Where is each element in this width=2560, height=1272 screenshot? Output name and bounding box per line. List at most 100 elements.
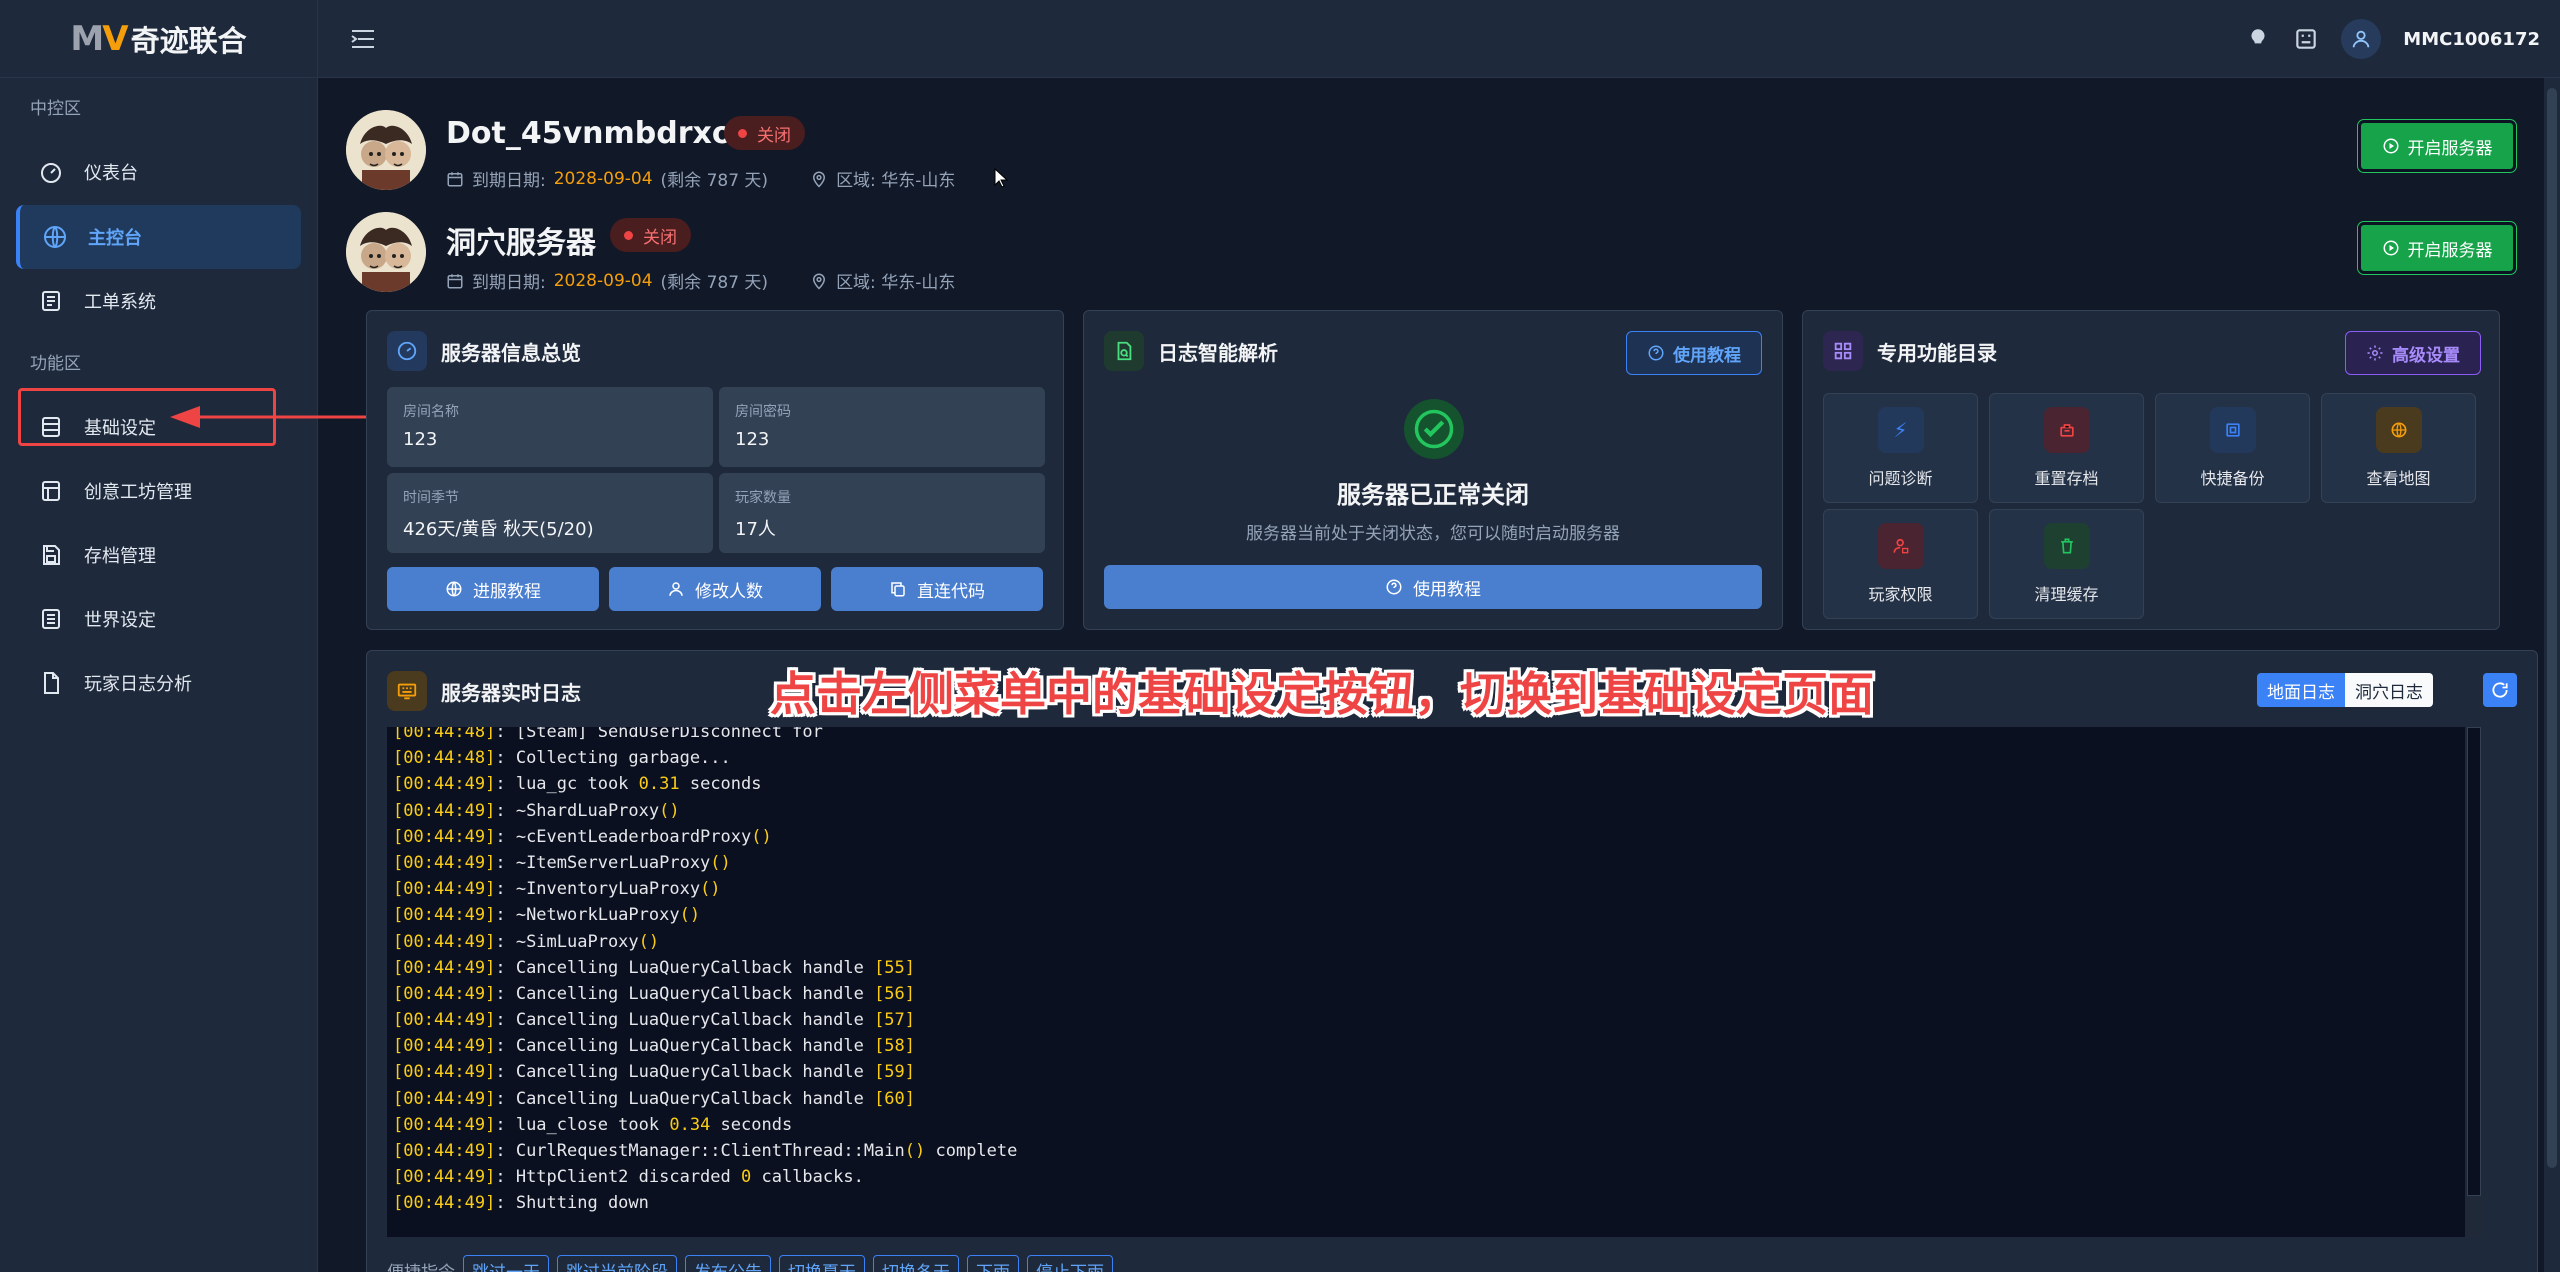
start-server-button[interactable]: 开启服务器: [2358, 222, 2516, 274]
status-badge: 关闭: [724, 116, 805, 150]
log-timestamp: [00:44:48]: [393, 748, 496, 769]
expire-label: 到期日期:: [472, 273, 546, 293]
user-name[interactable]: MMC1006172: [2403, 29, 2540, 50]
dashboard-icon: [38, 159, 64, 185]
card-title: 专用功能目录: [1823, 331, 1997, 371]
quick-command-button[interactable]: 切换冬天: [873, 1255, 959, 1272]
sidebar-item-label: 世界设定: [84, 610, 156, 631]
log-timestamp: [00:44:49]: [393, 957, 496, 978]
quick-command-button[interactable]: 停止下雨: [1027, 1255, 1113, 1272]
sidebar-item-console[interactable]: 主控台: [16, 205, 301, 269]
reset-save-tile[interactable]: 重置存档: [1989, 393, 2144, 503]
sidebar-item-saves[interactable]: 存档管理: [16, 523, 301, 587]
diagnose-tile[interactable]: ⚡ 问题诊断: [1823, 393, 1978, 503]
log-tabs: 地面日志 洞穴日志: [2257, 673, 2433, 707]
advanced-settings-button[interactable]: 高级设置: [2345, 331, 2481, 375]
user-icon: [2353, 30, 2370, 48]
info-label: 玩家数量: [735, 490, 791, 506]
save-icon: [38, 542, 64, 568]
topbar: MMC1006172: [318, 0, 2560, 78]
direct-connect-button[interactable]: 直连代码: [831, 567, 1043, 611]
info-value: 17人: [735, 519, 776, 540]
view-map-tile[interactable]: 查看地图: [2321, 393, 2476, 503]
status-dot-icon: [738, 128, 747, 138]
server-header: Dot_45vnmbdrxou 关闭 到期日期: 2028-09-04 (剩余 …: [346, 110, 2516, 192]
page-scrollbar[interactable]: [2544, 78, 2560, 1272]
menu-collapse-icon[interactable]: [348, 24, 378, 54]
status-description: 服务器当前处于关闭状态，您可以随时启动服务器: [1246, 524, 1620, 544]
tab-cave-log[interactable]: 洞穴日志: [2345, 673, 2433, 707]
functions-card: 专用功能目录 高级设置 ⚡ 问题诊断 重置存档 快捷备份 查看地图 玩家权限 清…: [1802, 310, 2500, 630]
join-tutorial-button[interactable]: 进服教程: [387, 567, 599, 611]
log-line: [00:44:48]: Collecting garbage...: [393, 748, 731, 769]
map-icon: [2375, 407, 2422, 453]
brand-logo[interactable]: MV 奇迹联合: [0, 0, 317, 78]
sidebar-item-workshop[interactable]: 创意工坊管理: [16, 459, 301, 523]
gauge-icon: [387, 331, 427, 371]
server-avatar: [346, 110, 426, 190]
log-line: [00:44:49]: Cancelling LuaQueryCallback …: [393, 1062, 916, 1083]
play-circle-icon: [2383, 138, 2398, 154]
server-name: Dot_45vnmbdrxou: [446, 116, 754, 151]
card-title: 服务器信息总览: [387, 331, 581, 371]
quick-backup-tile[interactable]: 快捷备份: [2155, 393, 2310, 503]
quick-command-button[interactable]: 跳过一天: [463, 1255, 549, 1272]
log-output[interactable]: [00:44:48]: [Steam] SendUserDisconnect f…: [387, 727, 2483, 1237]
sidebar-section-control: 中控区: [30, 99, 81, 119]
quick-command-button[interactable]: 切换夏天: [779, 1255, 865, 1272]
tutorial-button[interactable]: 使用教程: [1626, 331, 1762, 375]
info-label: 时间季节: [403, 490, 459, 506]
quick-command-button[interactable]: 发布公告: [685, 1255, 771, 1272]
log-line: [00:44:49]: ~ShardLuaProxy(): [393, 800, 680, 821]
clear-cache-tile[interactable]: 清理缓存: [1989, 509, 2144, 619]
quick-command-button[interactable]: 跳过当前阶段: [557, 1255, 677, 1272]
user-avatar[interactable]: [2341, 19, 2382, 59]
log-timestamp: [00:44:49]: [393, 1141, 496, 1161]
quick-commands: 便捷指令 跳过一天 跳过当前阶段 发布公告 切换夏天 切换冬天 下雨 停止下雨: [387, 1255, 1113, 1272]
region: 区域: 华东-山东: [836, 273, 956, 293]
button-label: 进服教程: [473, 581, 541, 602]
server-name: 洞穴服务器: [446, 226, 596, 261]
calendar-icon: [447, 171, 463, 186]
sidebar-item-label: 创意工坊管理: [84, 482, 192, 503]
list-icon: [38, 288, 64, 314]
info-value: 123: [735, 429, 770, 450]
refresh-button[interactable]: [2483, 673, 2517, 707]
log-line: [00:44:49]: lua_close took 0.34 seconds: [393, 1114, 793, 1135]
functions-title: 专用功能目录: [1877, 340, 1997, 365]
log-timestamp: [00:44:49]: [393, 1010, 496, 1031]
tab-surface-log[interactable]: 地面日志: [2257, 673, 2345, 707]
status-title: 服务器已正常关闭: [1337, 481, 1529, 509]
sidebar-item-tickets[interactable]: 工单系统: [16, 269, 301, 333]
advanced-settings-label: 高级设置: [2392, 345, 2460, 366]
sidebar-item-dashboard[interactable]: 仪表台: [16, 140, 301, 204]
player-permissions-tile[interactable]: 玩家权限: [1823, 509, 1978, 619]
log-line: [00:44:49]: Cancelling LuaQueryCallback …: [393, 957, 916, 978]
expire-label: 到期日期:: [472, 171, 546, 191]
server-header: 洞穴服务器 关闭 到期日期: 2028-09-04 (剩余 787 天) 区域:…: [346, 212, 2516, 294]
log-line: [00:44:49]: Cancelling LuaQueryCallback …: [393, 1036, 916, 1057]
play-circle-icon: [2383, 240, 2398, 256]
tutorial-wide-button[interactable]: 使用教程: [1104, 565, 1762, 609]
fullscreen-icon[interactable]: [2293, 26, 2319, 52]
edit-player-limit-button[interactable]: 修改人数: [609, 567, 821, 611]
log-timestamp: [00:44:49]: [393, 1167, 496, 1188]
log-scrollbar[interactable]: [2465, 727, 2483, 1237]
logo-mark: MV: [70, 18, 128, 59]
log-timestamp: [00:44:49]: [393, 800, 496, 821]
theme-bulb-icon[interactable]: [2245, 26, 2271, 52]
realtime-log-card: 服务器实时日志 地面日志 洞穴日志 [00:44:48]: [Steam] Se…: [366, 650, 2538, 1272]
quick-command-button[interactable]: 下雨: [967, 1255, 1019, 1272]
start-server-button[interactable]: 开启服务器: [2358, 120, 2516, 172]
info-cell-room-name: 房间名称 123: [387, 387, 713, 467]
log-line: [00:44:49]: ~cEventLeaderboardProxy(): [393, 826, 772, 847]
tutorial-caption: 点击左侧菜单中的基础设定按钮，切换到基础设定页面: [770, 667, 1874, 721]
log-line: [00:44:49]: ~ItemServerLuaProxy(): [393, 852, 731, 873]
reset-icon: [2043, 407, 2090, 453]
server-info-card: 服务器信息总览 房间名称 123 房间密码 123 时间季节 426天/黄昏 秋…: [366, 310, 1064, 630]
sidebar-item-player-logs[interactable]: 玩家日志分析: [16, 651, 301, 715]
user-icon: [669, 582, 683, 596]
quick-commands-label: 便捷指令: [387, 1258, 455, 1272]
mouse-cursor-icon: [994, 168, 1008, 188]
sidebar-item-world-settings[interactable]: 世界设定: [16, 587, 301, 651]
